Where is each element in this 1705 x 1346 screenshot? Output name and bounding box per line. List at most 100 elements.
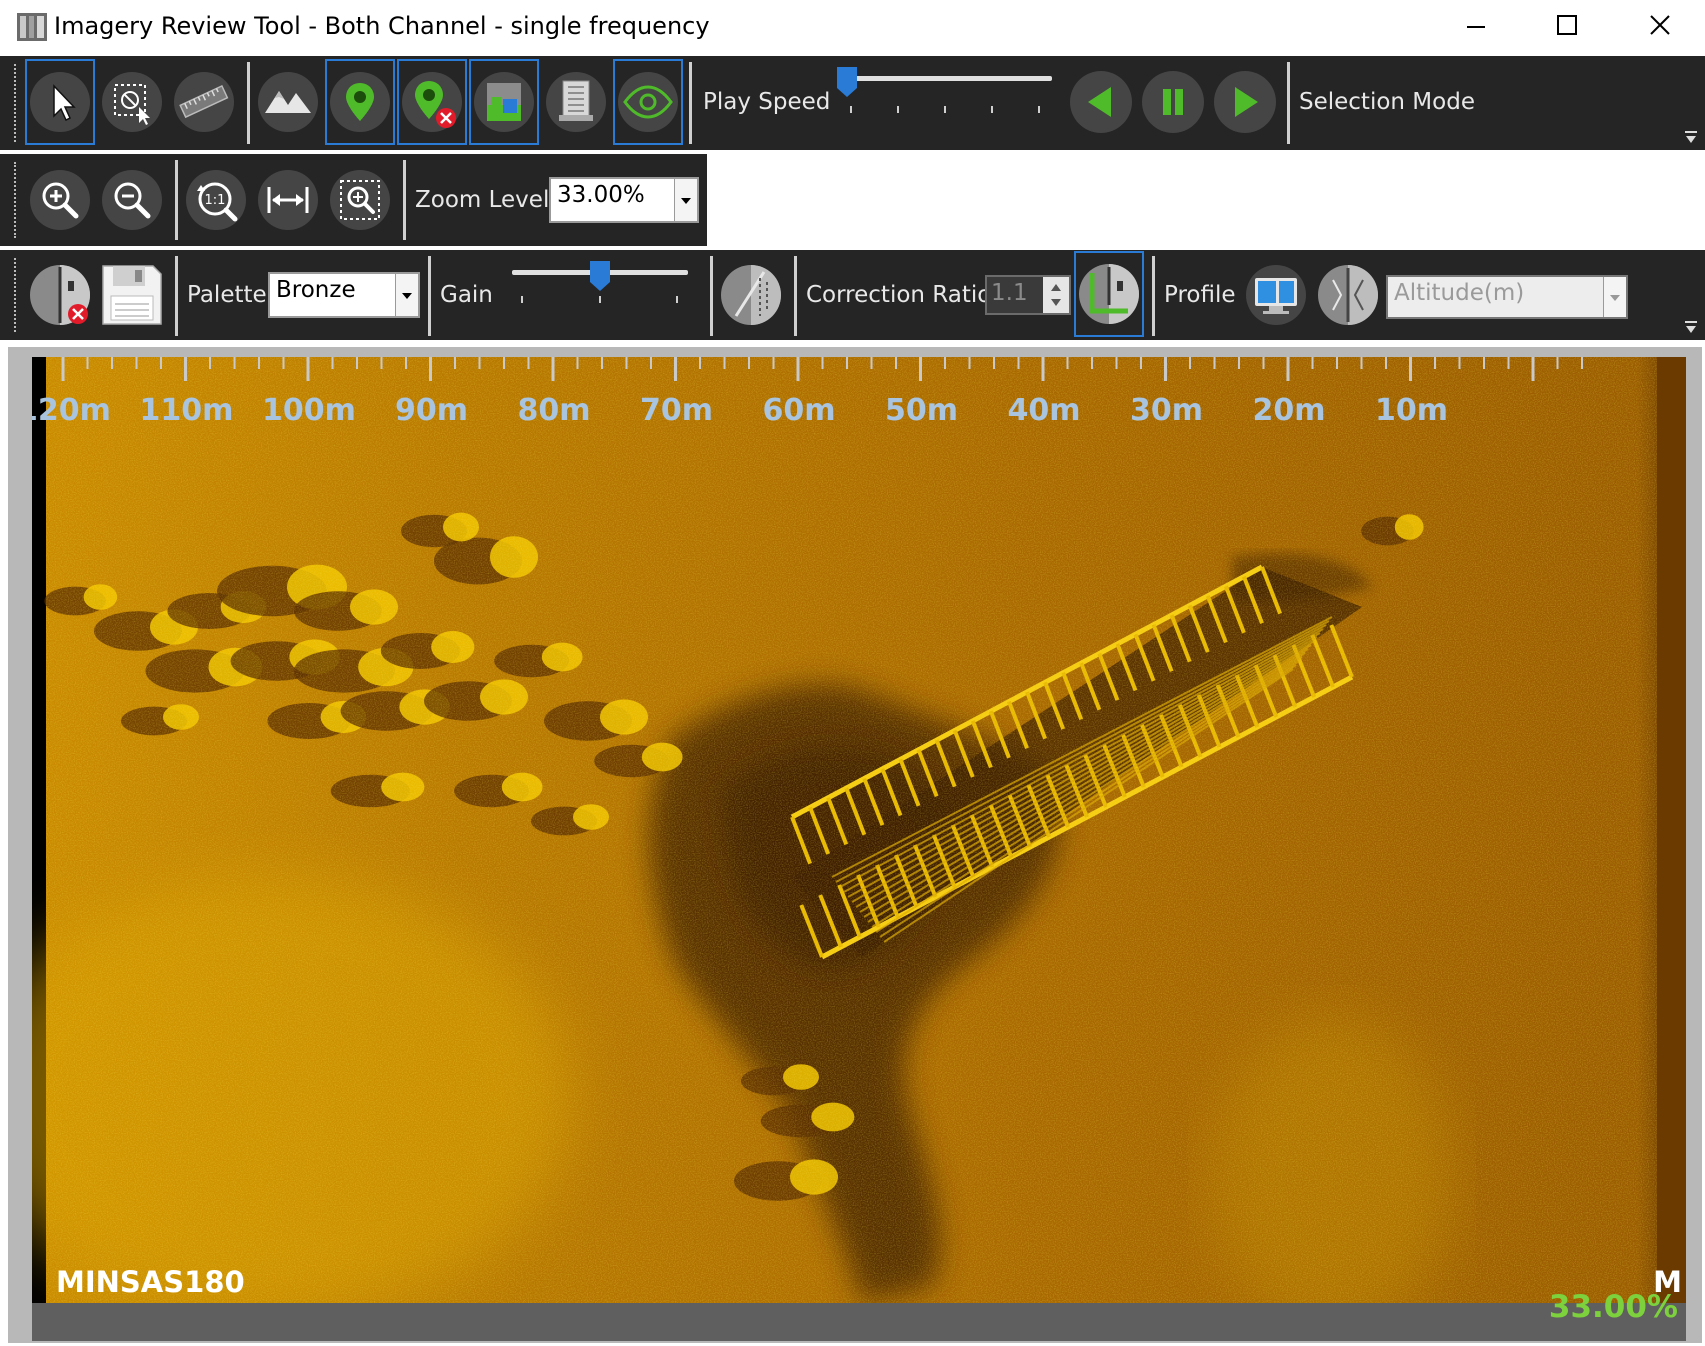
toolbar-overflow-icon[interactable] bbox=[1680, 126, 1702, 148]
save-icon bbox=[102, 265, 162, 325]
measure-button[interactable] bbox=[169, 59, 239, 145]
window-title: Imagery Review Tool - Both Channel - sin… bbox=[54, 12, 710, 40]
horizontal-scrollbar[interactable] bbox=[32, 1303, 1686, 1341]
play-backward-button[interactable] bbox=[1066, 59, 1136, 145]
chevron-down-icon[interactable] bbox=[674, 179, 697, 221]
pause-button[interactable] bbox=[1138, 59, 1208, 145]
zoom-readout: 33.00% bbox=[1548, 1289, 1678, 1325]
range-ruler bbox=[61, 357, 1583, 381]
zoom-level-combo[interactable]: 33.00% bbox=[549, 177, 699, 223]
chevron-down-icon[interactable] bbox=[395, 274, 418, 316]
profile-compare-button[interactable] bbox=[1313, 252, 1383, 338]
terrain-button[interactable] bbox=[253, 59, 323, 145]
close-button[interactable] bbox=[1613, 0, 1705, 54]
gain-thumb[interactable] bbox=[589, 260, 611, 292]
range-label: 30m bbox=[1129, 393, 1204, 428]
range-label: 60m bbox=[762, 393, 836, 428]
minimize-button[interactable] bbox=[1430, 0, 1522, 54]
zoom-region-button[interactable] bbox=[325, 157, 395, 243]
slider-tick bbox=[599, 296, 601, 303]
play-forward-icon bbox=[1214, 71, 1276, 133]
delete-marker-button[interactable] bbox=[397, 59, 467, 145]
delete-marker-icon bbox=[402, 72, 462, 132]
region-select-button[interactable] bbox=[97, 59, 167, 145]
range-label: 100m bbox=[262, 393, 356, 428]
toolbar-separator bbox=[710, 256, 713, 336]
profile-combo[interactable]: Altitude(m) bbox=[1386, 275, 1628, 319]
correction-ratio-value: 1.1 bbox=[991, 280, 1028, 306]
toolbar-separator bbox=[403, 160, 406, 240]
pointer-tool-button[interactable] bbox=[25, 59, 95, 145]
play-speed-label: Play Speed bbox=[703, 89, 831, 115]
play-speed-track bbox=[842, 76, 1052, 81]
actual-size-button[interactable]: 1:1 bbox=[181, 157, 251, 243]
bottom-track-icon bbox=[1079, 264, 1139, 324]
range-label: 40m bbox=[1007, 393, 1081, 428]
play-speed-slider[interactable] bbox=[836, 66, 1052, 126]
slider-tick bbox=[676, 296, 678, 303]
toolbar-separator bbox=[689, 62, 692, 144]
fit-width-icon bbox=[258, 170, 318, 230]
slider-tick bbox=[850, 106, 852, 113]
profile-display-button[interactable] bbox=[1241, 252, 1311, 338]
range-label: 80m bbox=[517, 393, 591, 428]
gain-slider[interactable] bbox=[510, 254, 690, 314]
add-marker-button[interactable] bbox=[325, 59, 395, 145]
actual-size-icon: 1:1 bbox=[186, 170, 246, 230]
toolbar-grip[interactable] bbox=[14, 64, 20, 142]
toolbar-separator bbox=[175, 256, 178, 336]
waterfall-icon bbox=[546, 72, 606, 132]
spin-buttons[interactable] bbox=[1043, 277, 1069, 313]
zoom-in-button[interactable] bbox=[25, 157, 95, 243]
app-icon bbox=[17, 13, 47, 41]
toolbar-grip[interactable] bbox=[14, 258, 20, 332]
slant-range-icon bbox=[721, 265, 781, 325]
split-profile-icon bbox=[1318, 265, 1378, 325]
toolbar-separator bbox=[1152, 256, 1155, 336]
correction-ratio-spinner[interactable]: 1.1 bbox=[985, 275, 1071, 315]
range-label: 110m bbox=[139, 393, 234, 428]
chevron-down-icon[interactable] bbox=[1603, 277, 1626, 317]
add-marker-icon bbox=[330, 72, 390, 132]
palette-combo[interactable]: Bronze bbox=[268, 272, 420, 318]
sonar-image bbox=[32, 357, 1686, 1303]
selection-mode-label: Selection Mode bbox=[1299, 89, 1475, 115]
toolbar-empty-area bbox=[707, 154, 1705, 246]
slider-tick bbox=[521, 296, 523, 303]
save-button[interactable] bbox=[97, 252, 167, 338]
play-backward-icon bbox=[1070, 71, 1132, 133]
sensor-label: MINSAS180 bbox=[56, 1265, 245, 1299]
visibility-button[interactable] bbox=[613, 59, 683, 145]
toolbar-separator bbox=[1287, 62, 1290, 144]
map-layer-icon bbox=[474, 72, 534, 132]
zoom-level-value: 33.00% bbox=[557, 182, 645, 208]
slant-correction-button[interactable] bbox=[716, 252, 786, 338]
close-icon bbox=[1650, 15, 1670, 35]
display-toolbar: Palette Bronze Gain Correction Ratio 1.1 bbox=[0, 250, 1705, 340]
play-forward-button[interactable] bbox=[1210, 59, 1280, 145]
map-layer-button[interactable] bbox=[469, 59, 539, 145]
toolbar-separator bbox=[428, 256, 431, 336]
svg-text:1:1: 1:1 bbox=[205, 193, 226, 208]
sonar-viewer: 120m110m100m90m80m70m60m50m40m30m20m10m … bbox=[0, 343, 1705, 1346]
fit-width-button[interactable] bbox=[253, 157, 323, 243]
zoom-toolbar: 1:1 Zoom Level 33.00% bbox=[0, 154, 707, 246]
zoom-out-button[interactable] bbox=[97, 157, 167, 243]
waterfall-view-button[interactable] bbox=[541, 59, 611, 145]
slider-tick bbox=[991, 106, 993, 113]
correction-ratio-label: Correction Ratio bbox=[806, 282, 992, 308]
maximize-button[interactable] bbox=[1522, 0, 1614, 54]
viewer-frame: 120m110m100m90m80m70m60m50m40m30m20m10m … bbox=[8, 347, 1702, 1343]
range-label: 20m bbox=[1252, 393, 1326, 428]
toolbar-grip[interactable] bbox=[14, 162, 20, 238]
eye-icon bbox=[618, 72, 678, 132]
toolbar-overflow-icon[interactable] bbox=[1680, 316, 1702, 338]
range-label: 120m bbox=[32, 393, 111, 428]
clear-channel-button[interactable] bbox=[25, 252, 95, 338]
bottom-track-button[interactable] bbox=[1074, 251, 1144, 337]
range-label: 50m bbox=[884, 393, 959, 428]
sonar-image-canvas[interactable]: 120m110m100m90m80m70m60m50m40m30m20m10m … bbox=[32, 357, 1686, 1303]
slider-tick bbox=[897, 106, 899, 113]
main-toolbar: Play Speed Selection Mode bbox=[0, 56, 1705, 150]
play-speed-thumb[interactable] bbox=[836, 66, 858, 98]
